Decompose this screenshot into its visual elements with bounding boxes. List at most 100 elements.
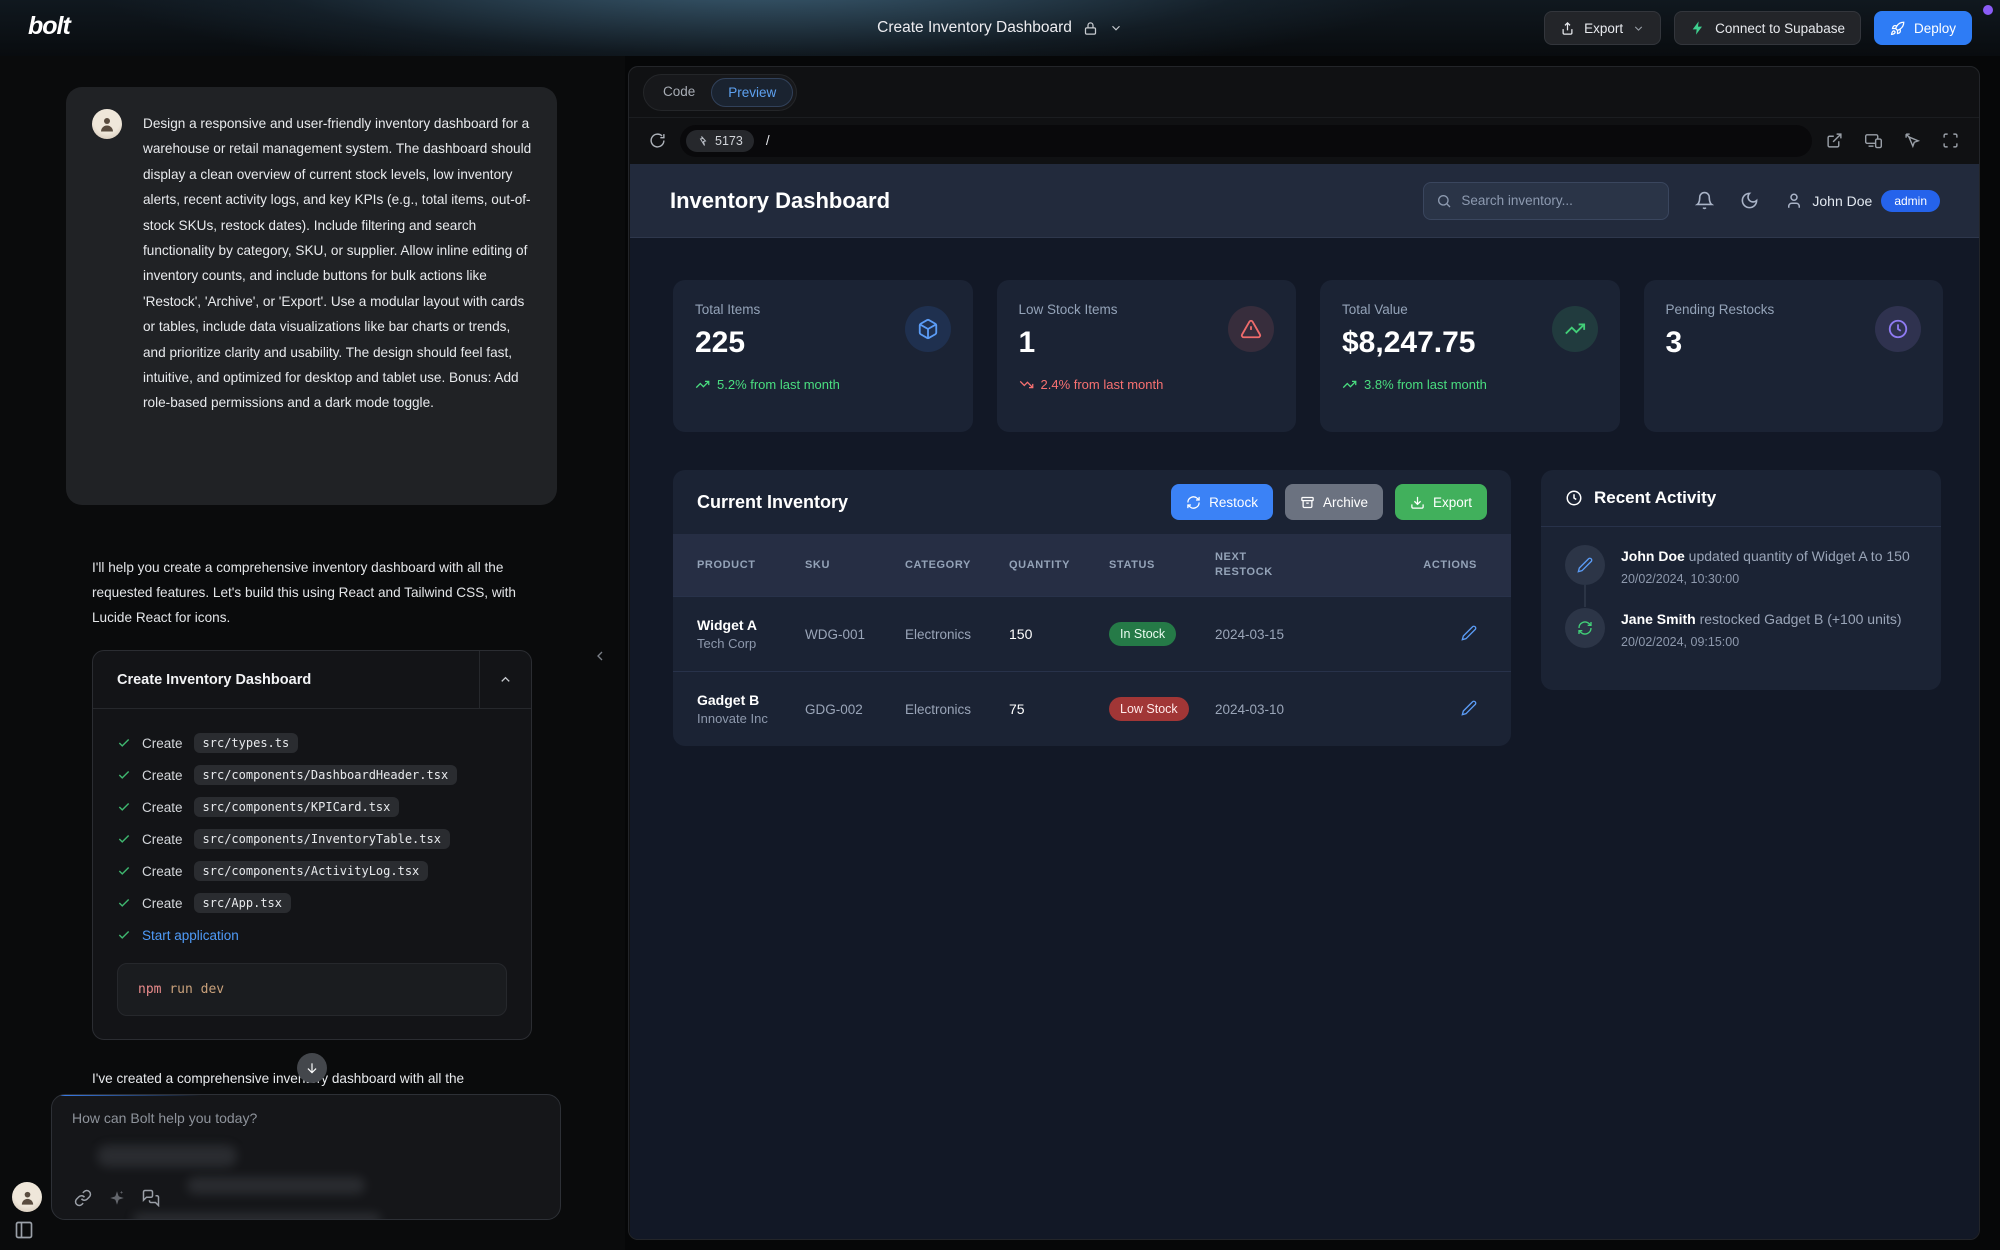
export-data-label: Export: [1433, 495, 1472, 510]
export-data-button[interactable]: Export: [1395, 484, 1487, 520]
table-header-row: PRODUCT SKU CATEGORY QUANTITY STATUS NEX…: [673, 534, 1511, 596]
clock-icon: [1565, 489, 1583, 507]
next-restock-value: 2024-03-10: [1215, 702, 1327, 717]
export-label: Export: [1584, 21, 1623, 36]
file-row[interactable]: Create src/components/DashboardHeader.ts…: [117, 759, 507, 791]
start-application-row[interactable]: Start application: [117, 919, 507, 951]
plug-icon: [697, 135, 709, 147]
next-restock-value: 2024-03-15: [1215, 627, 1327, 642]
sku-value: GDG-002: [805, 702, 905, 717]
user-name: John Doe: [1812, 193, 1872, 209]
activity-action: updated quantity of Widget A to 150: [1689, 548, 1910, 564]
kpi-delta: 3.8% from last month: [1364, 377, 1487, 392]
refresh-icon: [1565, 608, 1605, 648]
file-row[interactable]: Create src/App.tsx: [117, 887, 507, 919]
preview-viewport: Inventory Dashboard John Doe admin: [630, 164, 1980, 1240]
status-badge: Low Stock: [1109, 697, 1189, 721]
restock-label: Restock: [1209, 495, 1258, 510]
quantity-value[interactable]: 75: [1009, 701, 1109, 717]
sparkles-icon[interactable]: [108, 1189, 126, 1207]
account-avatar[interactable]: [12, 1182, 42, 1212]
file-row[interactable]: Create src/components/InventoryTable.tsx: [117, 823, 507, 855]
activity-item: John Doe updated quantity of Widget A to…: [1565, 545, 1917, 586]
supplier-name: Tech Corp: [697, 636, 795, 651]
kpi-card-pending-restocks: Pending Restocks 3: [1644, 280, 1944, 432]
port-number: 5173: [715, 134, 743, 148]
archive-button[interactable]: Archive: [1285, 484, 1383, 520]
tab-preview[interactable]: Preview: [711, 78, 793, 107]
user-prompt-text: Design a responsive and user-friendly in…: [143, 111, 535, 416]
view-tab-bar: Code Preview: [629, 67, 1979, 117]
export-button[interactable]: Export: [1544, 11, 1661, 45]
inspect-pointer-icon[interactable]: [1904, 132, 1921, 149]
file-action: Create: [142, 832, 183, 847]
file-path[interactable]: src/components/KPICard.tsx: [194, 797, 400, 817]
check-icon: [117, 896, 131, 910]
user-menu[interactable]: John Doe admin: [1785, 190, 1940, 212]
collapse-chat-icon[interactable]: [592, 648, 608, 664]
fullscreen-icon[interactable]: [1942, 132, 1959, 149]
reload-icon[interactable]: [649, 132, 666, 149]
devices-icon[interactable]: [1864, 132, 1883, 149]
bell-icon[interactable]: [1695, 191, 1714, 210]
table-row: Widget A Tech Corp WDG-001 Electronics 1…: [673, 596, 1511, 671]
refresh-icon: [1186, 495, 1201, 510]
search-input[interactable]: [1461, 193, 1656, 208]
column-status: STATUS: [1109, 558, 1215, 573]
file-path[interactable]: src/App.tsx: [194, 893, 291, 913]
connect-supabase-button[interactable]: Connect to Supabase: [1674, 11, 1861, 45]
timeline-connector: [1584, 585, 1586, 607]
chat-mode-icon[interactable]: [142, 1189, 160, 1207]
lock-icon: [1083, 21, 1098, 36]
file-row[interactable]: Create src/components/ActivityLog.tsx: [117, 855, 507, 887]
chat-panel: Design a responsive and user-friendly in…: [0, 56, 625, 1250]
tab-code[interactable]: Code: [647, 78, 711, 107]
address-field[interactable]: 5173 /: [680, 125, 1812, 157]
file-path[interactable]: src/components/DashboardHeader.tsx: [194, 765, 458, 785]
edit-row-icon[interactable]: [1461, 625, 1477, 641]
dark-mode-toggle-icon[interactable]: [1740, 191, 1759, 210]
blurred-suggestion: [187, 1177, 365, 1194]
scroll-down-button[interactable]: [297, 1053, 327, 1083]
clock-icon: [1875, 306, 1921, 352]
open-external-icon[interactable]: [1826, 132, 1843, 149]
restock-button[interactable]: Restock: [1171, 484, 1273, 520]
file-path[interactable]: src/types.ts: [194, 733, 299, 753]
chat-input-card: [51, 1094, 561, 1220]
column-actions: ACTIONS: [1327, 558, 1487, 573]
activity-user: John Doe: [1621, 548, 1685, 564]
quantity-value[interactable]: 150: [1009, 626, 1109, 642]
table-row: Gadget B Innovate Inc GDG-002 Electronic…: [673, 671, 1511, 746]
artifact-card: Create Inventory Dashboard Create src/ty…: [92, 650, 532, 1040]
kpi-card-total-value: Total Value $8,247.75 3.8% from last mon…: [1320, 280, 1620, 432]
command-args: run dev: [169, 982, 224, 997]
deploy-button[interactable]: Deploy: [1874, 11, 1972, 45]
edit-row-icon[interactable]: [1461, 700, 1477, 716]
column-sku: SKU: [805, 558, 905, 573]
kpi-delta: 2.4% from last month: [1041, 377, 1164, 392]
connect-supabase-label: Connect to Supabase: [1715, 21, 1845, 36]
activity-user: Jane Smith: [1621, 611, 1696, 627]
chevron-down-icon[interactable]: [1109, 21, 1123, 35]
chevron-down-icon: [1632, 22, 1645, 35]
assistant-intro-text: I'll help you create a comprehensive inv…: [92, 555, 538, 630]
file-row[interactable]: Create src/types.ts: [117, 727, 507, 759]
sidebar-toggle-icon[interactable]: [14, 1220, 34, 1240]
kpi-card-total-items: Total Items 225 5.2% from last month: [673, 280, 973, 432]
check-icon: [117, 736, 131, 750]
pencil-icon: [1565, 545, 1605, 585]
url-bar: 5173 /: [629, 117, 1979, 163]
category-value: Electronics: [905, 702, 1009, 717]
attach-link-icon[interactable]: [74, 1189, 92, 1207]
file-row[interactable]: Create src/components/KPICard.tsx: [117, 791, 507, 823]
top-bar: bolt Create Inventory Dashboard Export C…: [0, 0, 2000, 56]
export-icon: [1560, 21, 1575, 36]
supabase-icon: [1690, 20, 1706, 36]
kpi-grid: Total Items 225 5.2% from last month Low…: [673, 280, 1943, 432]
port-pill[interactable]: 5173: [686, 130, 754, 152]
collapse-artifact-button[interactable]: [479, 651, 531, 709]
app-header: Inventory Dashboard John Doe admin: [630, 164, 1980, 238]
file-path[interactable]: src/components/InventoryTable.tsx: [194, 829, 450, 849]
file-path[interactable]: src/components/ActivityLog.tsx: [194, 861, 429, 881]
inventory-search[interactable]: [1423, 182, 1669, 220]
